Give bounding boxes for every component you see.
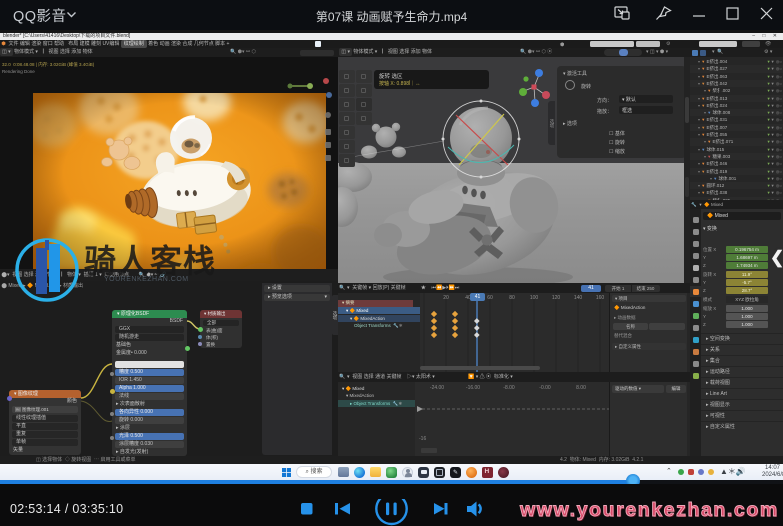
svg-text:20: 20: [443, 295, 449, 301]
svg-text:-16: -16: [419, 436, 426, 442]
svg-text:100: 100: [530, 295, 539, 301]
svg-text:160: 160: [596, 295, 605, 301]
svg-text:60: 60: [487, 295, 493, 301]
svg-text:8.00: 8.00: [576, 385, 586, 391]
svg-text:80: 80: [509, 295, 515, 301]
svg-text:-8.00: -8.00: [503, 385, 515, 391]
svg-text:120: 120: [552, 295, 561, 301]
svg-text:-16.00: -16.00: [466, 385, 480, 391]
svg-text:140: 140: [574, 295, 583, 301]
svg-text:-24.00: -24.00: [430, 385, 444, 391]
svg-text:-0.00: -0.00: [539, 385, 551, 391]
